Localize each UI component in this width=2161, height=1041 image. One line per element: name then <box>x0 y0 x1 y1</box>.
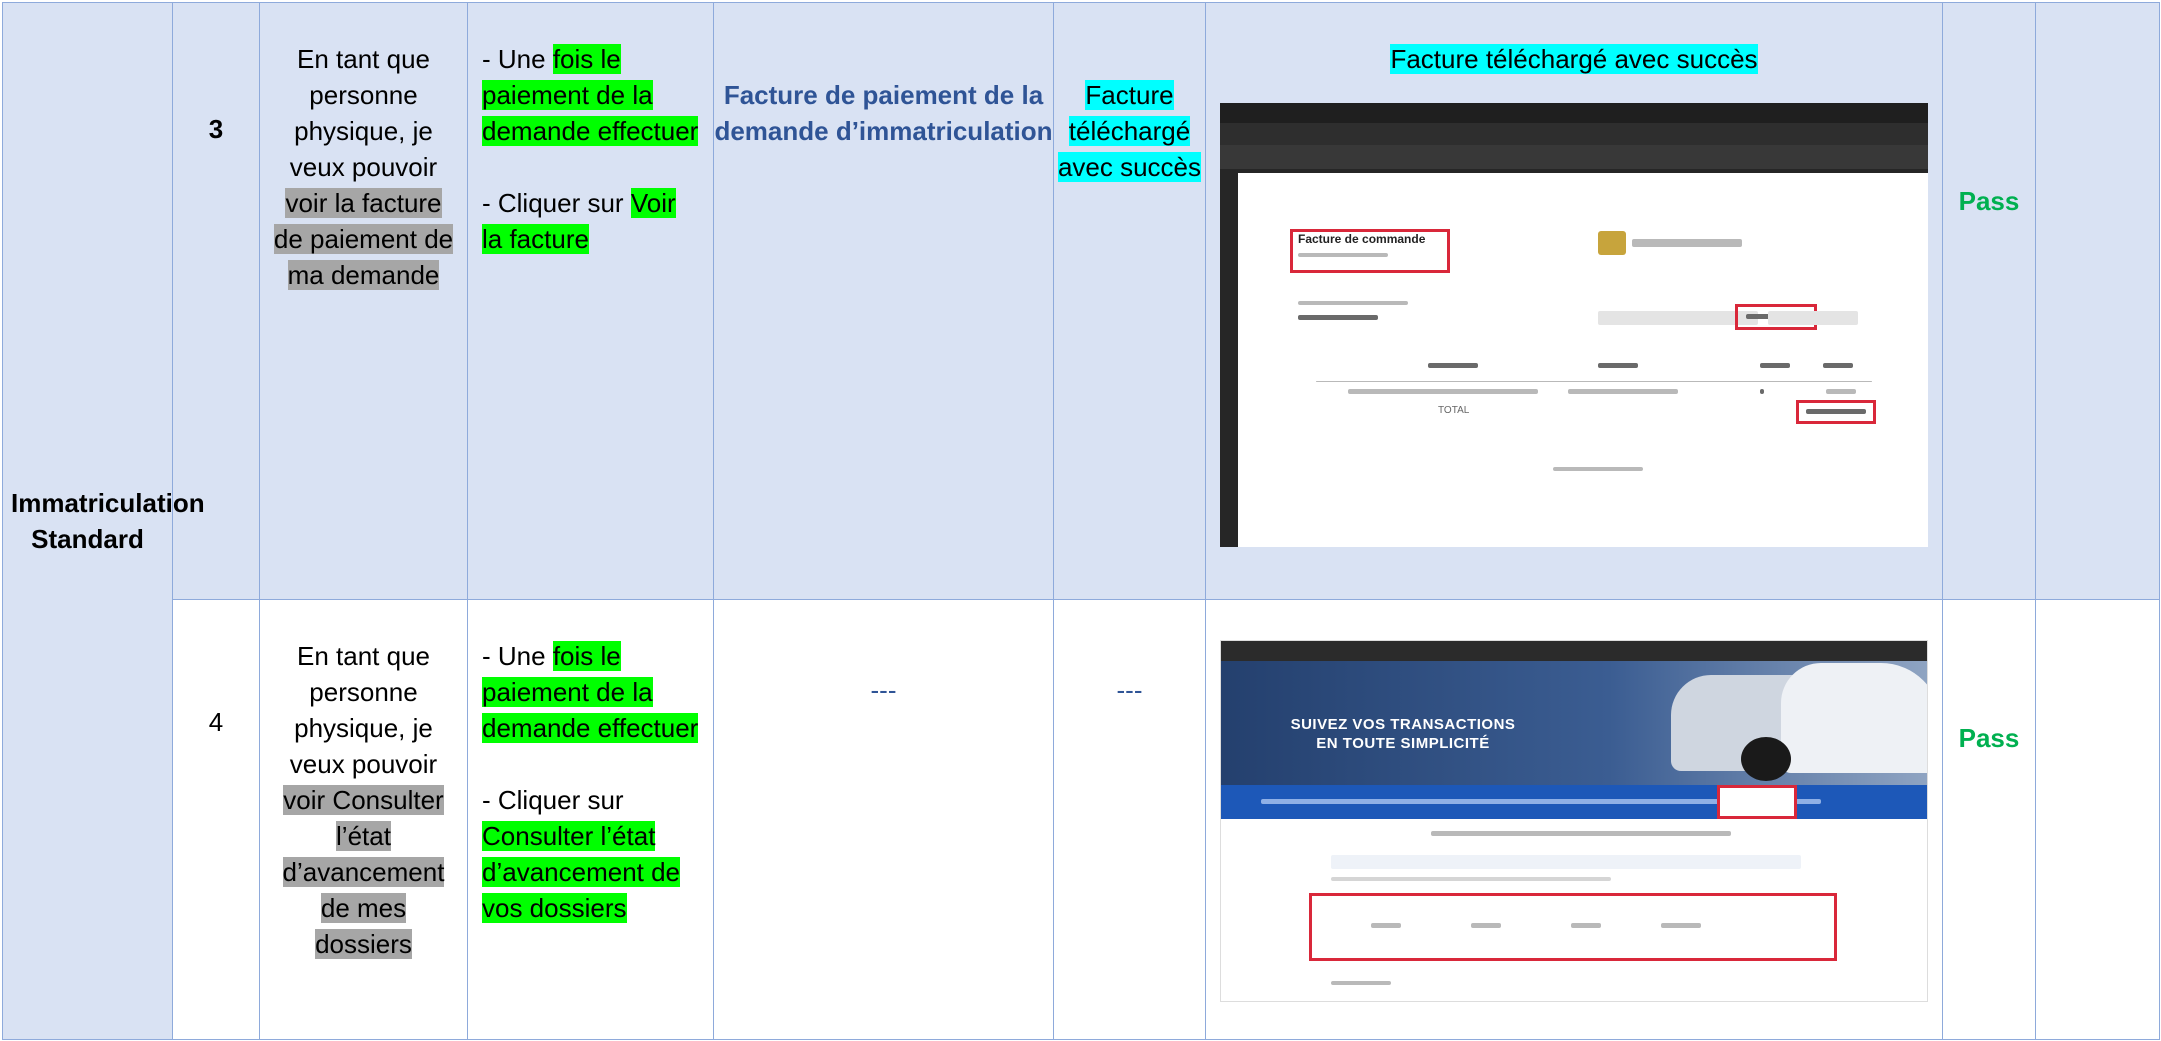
module-cell: Immatriculation Standard <box>2 2 205 1040</box>
comment-cell <box>2035 2 2160 600</box>
tracking-banner: SUIVEZ VOS TRANSACTIONS EN TOUTE SIMPLIC… <box>1221 661 1927 785</box>
test-title: Facture de paiement de la demande d’imma… <box>713 2 1054 600</box>
user-story: En tant que personne physique, je veux p… <box>259 2 468 600</box>
tracking-screenshot: SUIVEZ VOS TRANSACTIONS EN TOUTE SIMPLIC… <box>1220 640 1928 1002</box>
logo-icon <box>1598 231 1626 255</box>
invoice-total-label: TOTAL <box>1438 405 1470 416</box>
expected-result-text: Facture téléchargé avec succès <box>1057 80 1202 182</box>
expected-result-text: --- <box>1116 675 1143 705</box>
step-2-prefix: - Cliquer sur <box>482 785 624 815</box>
test-id-value: 3 <box>208 114 224 144</box>
expected-result: Facture téléchargé avec succès <box>1053 2 1206 600</box>
banner-text: SUIVEZ VOS TRANSACTIONS EN TOUTE SIMPLIC… <box>1290 716 1516 752</box>
expected-result: --- <box>1053 599 1206 1040</box>
test-title-text: Facture de paiement de la demande d’imma… <box>714 80 1053 146</box>
test-id: 4 <box>172 599 260 1040</box>
step-1-prefix: - Une <box>482 641 553 671</box>
step-2-prefix: - Cliquer sur <box>482 188 631 218</box>
comment-cell <box>2035 599 2160 1040</box>
table-row: Immatriculation Standard 3 En tant que p… <box>2 2 2160 1040</box>
invoice-title: Facture de commande <box>1298 232 1426 246</box>
result-caption: Facture téléchargé avec succès <box>1390 44 1758 74</box>
test-case-table: Immatriculation Standard 3 En tant que p… <box>2 2 2160 1040</box>
step-2-highlight: Consulter l’état d’avancement de vos dos… <box>482 821 681 923</box>
invoice-screenshot: Facture de commande TOTAL <box>1220 103 1928 547</box>
status-cell: Pass <box>1942 2 2036 600</box>
tracking-nav <box>1221 785 1927 819</box>
status-badge: Pass <box>1958 723 2020 753</box>
user-story: En tant que personne physique, je veux p… <box>259 599 468 1040</box>
invoice-page: Facture de commande TOTAL <box>1238 173 1928 547</box>
status-badge: Pass <box>1958 186 2020 216</box>
test-title-text: --- <box>870 675 897 705</box>
user-story-highlight: voir Consulter l’état d’avancement de me… <box>282 785 445 959</box>
actual-result: Facture téléchargé avec succès Facture d… <box>1205 2 1943 600</box>
test-steps: - Une fois le paiement de la demande eff… <box>467 2 714 600</box>
actual-result: SUIVEZ VOS TRANSACTIONS EN TOUTE SIMPLIC… <box>1205 599 1943 1040</box>
test-id-value: 4 <box>208 707 224 737</box>
step-1-prefix: - Une <box>482 44 553 74</box>
test-steps: - Une fois le paiement de la demande eff… <box>467 599 714 1040</box>
user-story-text: En tant que personne physique, je veux p… <box>289 641 438 779</box>
user-story-highlight: voir la facture de paiement de ma demand… <box>273 188 454 290</box>
test-title: --- <box>713 599 1054 1040</box>
status-cell: Pass <box>1942 599 2036 1040</box>
user-story-text: En tant que personne physique, je veux p… <box>289 44 438 182</box>
table-row: 4 En tant que personne physique, je veux… <box>3 599 2160 1040</box>
